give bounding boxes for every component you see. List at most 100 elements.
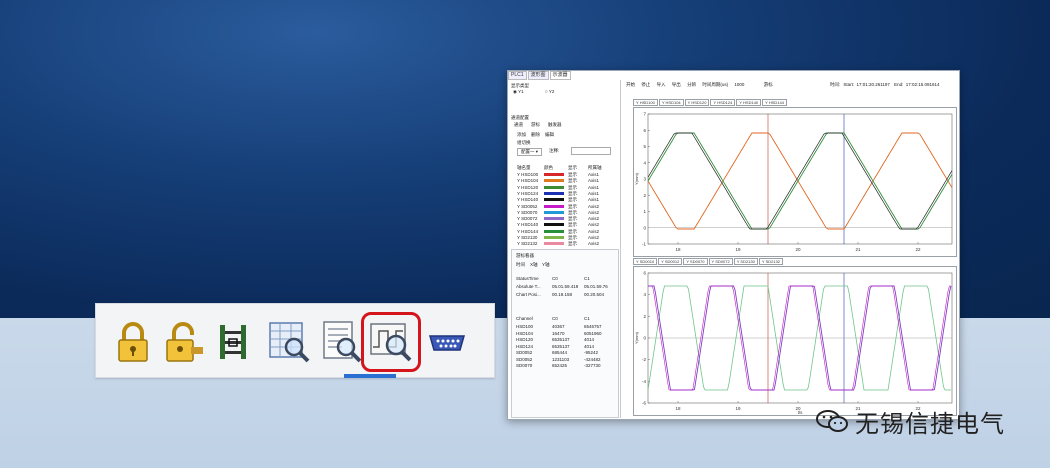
channel-show[interactable]: 显示 bbox=[568, 185, 577, 191]
tab-oscilloscope[interactable]: 示波器 bbox=[549, 71, 571, 80]
value-cell-c1: 4014 bbox=[584, 337, 595, 342]
delete-button[interactable]: 删除 bbox=[531, 132, 540, 138]
x-axis-label: t/s bbox=[798, 410, 804, 415]
ladder-icon[interactable] bbox=[210, 319, 256, 365]
plot-frame bbox=[647, 113, 953, 245]
channel-show[interactable]: 显示 bbox=[568, 229, 577, 235]
start-label: Start: bbox=[843, 82, 855, 87]
sub-tab-channel[interactable]: 通道 bbox=[514, 122, 523, 128]
start-button[interactable]: 开始 bbox=[626, 80, 635, 90]
channel-name: Y SD0052 bbox=[517, 203, 538, 209]
status-cell-c0: 00.19.158 bbox=[552, 292, 573, 297]
channel-show[interactable]: 显示 bbox=[568, 241, 577, 247]
channel-show[interactable]: 显示 bbox=[568, 191, 577, 197]
y-tick-label: 6 bbox=[643, 128, 646, 133]
channel-show[interactable]: 显示 bbox=[568, 222, 577, 228]
tab-waveform[interactable]: 波形图 bbox=[527, 71, 549, 80]
channel-color-swatch[interactable] bbox=[544, 191, 564, 195]
config-panel: 显示类型 ◉ Y1 ○ Y2 通道配置 通道 游标 触发器 添加 删除 编辑 组… bbox=[511, 81, 619, 418]
sub-tab-trigger[interactable]: 触发器 bbox=[548, 122, 562, 128]
legend-item: Y SD0070 bbox=[683, 258, 708, 265]
period-input[interactable]: 1000 bbox=[734, 80, 744, 90]
channel-show[interactable]: 显示 bbox=[568, 235, 577, 241]
channel-color-swatch[interactable] bbox=[544, 173, 564, 176]
toolbar-selection-underline bbox=[344, 374, 396, 378]
top-plot-svg: 76543210-118 19 20 21 22Y(mm) bbox=[634, 112, 953, 252]
channel-show[interactable]: 显示 bbox=[568, 178, 577, 184]
value-cell-c1: 6546757 bbox=[584, 324, 602, 329]
cursor-tab-time[interactable]: 时间 bbox=[516, 262, 525, 268]
channel-color-swatch[interactable] bbox=[544, 210, 564, 214]
channel-color-swatch[interactable] bbox=[544, 236, 564, 239]
note-input[interactable] bbox=[571, 147, 611, 155]
value-cell-c0: 6535137 bbox=[552, 343, 570, 349]
cursor-button[interactable]: 游标 bbox=[764, 80, 773, 90]
export-button[interactable]: 导出 bbox=[672, 80, 681, 90]
col-header-axis: 所属轴 bbox=[588, 165, 602, 170]
cursor-tab-x[interactable]: X轴 bbox=[530, 262, 538, 268]
channel-axis: Axis1 bbox=[588, 178, 600, 184]
lock-icon[interactable] bbox=[110, 319, 156, 365]
channel-show[interactable]: 显示 bbox=[568, 204, 577, 210]
radio-y2-label: Y2 bbox=[548, 89, 555, 94]
channel-show[interactable]: 显示 bbox=[568, 216, 577, 222]
period-label: 时间周期(us) bbox=[702, 82, 729, 87]
channel-color-swatch[interactable] bbox=[544, 217, 564, 221]
y-tick-label: -1 bbox=[642, 242, 646, 247]
status-cell-c0: C0 bbox=[552, 276, 558, 281]
edit-button[interactable]: 编辑 bbox=[545, 132, 554, 138]
doc-zoom-icon[interactable] bbox=[318, 319, 364, 365]
tab-plc1[interactable]: PLC1 bbox=[508, 71, 527, 80]
y-tick-label: -4 bbox=[642, 379, 646, 384]
chart-toolbar: 开始 停止 导入 导出 分辨 时间周期(us) 1000 游标 时间: Star… bbox=[621, 80, 959, 90]
value-cell-c0: 685444 bbox=[552, 350, 568, 355]
legend-item: Y HSD124 bbox=[710, 99, 736, 106]
channel-name: Y HSD104 bbox=[517, 178, 539, 184]
y-tick-label: 0 bbox=[643, 336, 646, 341]
col-header-show: 显示 bbox=[568, 165, 577, 170]
channel-color-swatch[interactable] bbox=[544, 198, 564, 202]
channel-color-swatch[interactable] bbox=[544, 242, 564, 246]
value-cell-c0: 40367 bbox=[552, 324, 565, 329]
channel-name: Y SD2130 bbox=[517, 235, 538, 240]
status-cell-c0: 05.01.59.419 bbox=[552, 284, 579, 289]
stop-button[interactable]: 停止 bbox=[641, 80, 650, 90]
oscilloscope-zoom-icon[interactable] bbox=[361, 312, 421, 372]
value-cell-c0: 652425 bbox=[552, 363, 568, 368]
sub-tab-cursor[interactable]: 游标 bbox=[531, 122, 540, 128]
x-tick-label: 22 bbox=[915, 247, 921, 252]
channel-color-swatch[interactable] bbox=[544, 229, 564, 233]
radio-y1[interactable]: ◉ Y1 bbox=[513, 89, 524, 95]
channel-name: Y HSD120 bbox=[517, 184, 539, 190]
wechat-watermark: 无锡信捷电气 bbox=[815, 404, 1005, 438]
legend-item: Y SD0072 bbox=[708, 258, 733, 265]
unlock-icon[interactable] bbox=[160, 319, 206, 365]
value-cell-c1: -424482 bbox=[584, 356, 601, 362]
add-button[interactable]: 添加 bbox=[517, 132, 526, 138]
channel-show[interactable]: 显示 bbox=[568, 210, 577, 216]
channel-color-swatch[interactable] bbox=[544, 204, 564, 208]
value-cell-c1: -95242 bbox=[584, 350, 599, 355]
value-cell-k: HSD100 bbox=[516, 324, 534, 329]
channel-show[interactable]: 显示 bbox=[568, 172, 577, 178]
channel-color-swatch[interactable] bbox=[544, 185, 564, 189]
group-select-value: 配置一 bbox=[521, 149, 535, 154]
channel-show[interactable]: 显示 bbox=[568, 197, 577, 203]
table-zoom-icon[interactable] bbox=[266, 319, 312, 365]
bottom-legend: Y SD0010 Y SD0012 Y SD0070 Y SD0072 Y SD2130… bbox=[633, 258, 784, 265]
cursor-viewer-panel: 游标看器 时间 X轴 Y轴 StatusTime C0 C1 Absolute T..… bbox=[511, 249, 619, 418]
value-cell-c0: 16470 bbox=[552, 330, 565, 336]
value-cell-k: SD0070 bbox=[516, 363, 533, 368]
radio-y2[interactable]: ○ Y2 bbox=[545, 89, 554, 94]
channel-color-swatch[interactable] bbox=[544, 223, 564, 227]
group-select[interactable]: 配置一 ▾ bbox=[517, 148, 543, 156]
channel-color-swatch[interactable] bbox=[544, 179, 564, 183]
serial-port-icon[interactable] bbox=[424, 319, 470, 365]
legend-item: Y HSD140 bbox=[736, 99, 762, 106]
values-header-channel: Channel bbox=[516, 316, 533, 321]
resolution-button[interactable]: 分辨 bbox=[687, 80, 696, 90]
value-cell-c0: 1231103 bbox=[552, 356, 570, 362]
import-button[interactable]: 导入 bbox=[657, 80, 666, 90]
cursor-tab-y[interactable]: Y轴 bbox=[542, 262, 550, 268]
radio-y1-label: Y1 bbox=[518, 89, 524, 94]
